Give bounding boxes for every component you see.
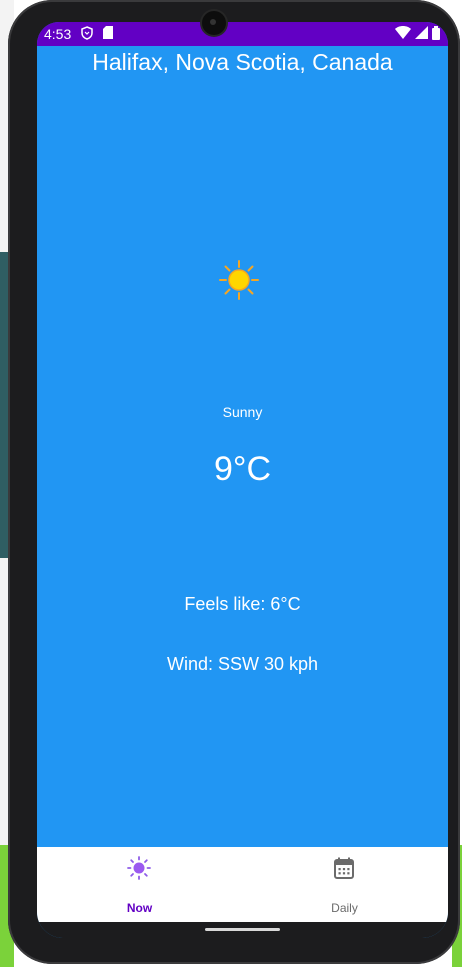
- signal-icon: [415, 26, 429, 39]
- status-time: 4:53: [44, 26, 72, 42]
- wifi-icon: [395, 26, 412, 39]
- sd-card-icon: [102, 26, 113, 39]
- weather-condition: Sunny: [222, 404, 263, 420]
- temperature: 9°C: [213, 450, 272, 488]
- nav-item-now[interactable]: Now: [37, 847, 242, 922]
- status-left-icons: [81, 26, 113, 42]
- nav-label-now: Now: [126, 901, 153, 915]
- app-screen: 4:53 Halifax, Nova Scotia, Canada Sunny …: [37, 22, 448, 938]
- shield-icon: [81, 26, 93, 40]
- sun-icon: [127, 856, 151, 880]
- phone-frame: 4:53 Halifax, Nova Scotia, Canada Sunny …: [8, 0, 460, 964]
- sun-icon: [219, 260, 259, 300]
- nav-item-daily[interactable]: Daily: [242, 847, 447, 922]
- wind: Wind: SSW 30 kph: [166, 654, 319, 674]
- stage: 4:53 Halifax, Nova Scotia, Canada Sunny …: [0, 0, 462, 967]
- status-bar: 4:53: [37, 22, 448, 46]
- status-right-icons: [395, 26, 440, 42]
- bottom-navigation: Now Daily: [37, 847, 448, 922]
- nav-label-daily: Daily: [331, 901, 358, 915]
- location-title: Halifax, Nova Scotia, Canada: [92, 49, 393, 75]
- camera-icon: [202, 11, 226, 35]
- feels-like: Feels like: 6°C: [184, 594, 301, 614]
- calendar-icon: [334, 857, 354, 879]
- battery-icon: [432, 26, 440, 40]
- home-indicator[interactable]: [205, 928, 280, 931]
